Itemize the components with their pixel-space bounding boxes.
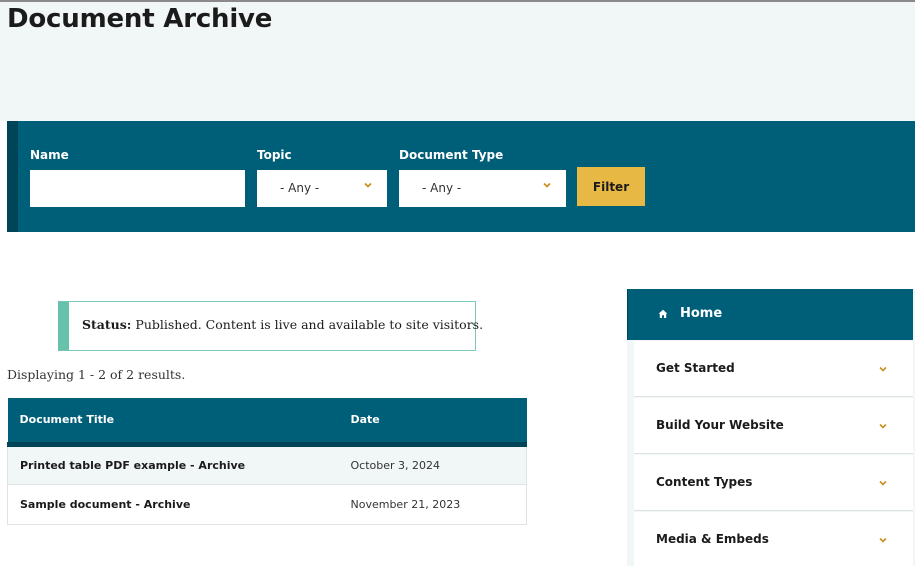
sidebar-item-get-started[interactable]: Get Started xyxy=(634,341,913,397)
sidebar-item-label: Media & Embeds xyxy=(656,532,769,546)
status-text: Status: Published. Content is live and a… xyxy=(82,317,483,332)
sidebar-item-content-types[interactable]: Content Types xyxy=(634,455,913,511)
sidebar-item-media-embeds[interactable]: Media & Embeds xyxy=(634,512,913,566)
document-date-cell: November 21, 2023 xyxy=(338,484,527,525)
filter-button[interactable]: Filter xyxy=(577,167,645,206)
table-row: Printed table PDF example - Archive Octo… xyxy=(7,444,527,485)
name-input[interactable] xyxy=(30,170,245,207)
chevron-down-icon xyxy=(543,182,551,188)
results-summary: Displaying 1 - 2 of 2 results. xyxy=(7,367,186,382)
chevron-down-icon[interactable] xyxy=(878,364,888,374)
document-type-label: Document Type xyxy=(399,148,504,162)
document-type-select[interactable]: - Any - xyxy=(399,170,566,207)
topic-select-value: - Any - xyxy=(280,181,320,195)
page-header: Document Archive xyxy=(0,0,915,121)
topic-select[interactable]: - Any - xyxy=(257,170,387,207)
document-title-cell[interactable]: Sample document - Archive xyxy=(7,484,339,525)
sidebar-item-label: Content Types xyxy=(656,475,753,489)
column-header-title[interactable]: Document Title xyxy=(7,398,339,447)
document-date-cell: October 3, 2024 xyxy=(338,444,527,485)
status-message-text: Published. Content is live and available… xyxy=(135,317,484,332)
page-title: Document Archive xyxy=(7,4,273,34)
column-header-date[interactable]: Date xyxy=(338,398,527,447)
status-message: Status: Published. Content is live and a… xyxy=(58,301,483,351)
document-type-select-value: - Any - xyxy=(422,181,462,195)
status-label: Status: xyxy=(82,317,132,332)
chevron-down-icon[interactable] xyxy=(878,535,888,545)
chevron-down-icon[interactable] xyxy=(878,478,888,488)
documents-table: Document Title Date Printed table PDF ex… xyxy=(7,398,527,525)
table-row: Sample document - Archive November 21, 2… xyxy=(7,484,527,525)
filter-bar: Name Topic - Any - Document Type - Any -… xyxy=(7,121,915,232)
sidebar-item-build-your-website[interactable]: Build Your Website xyxy=(634,398,913,454)
sidebar-item-label: Get Started xyxy=(656,361,735,375)
home-icon xyxy=(658,309,668,318)
sidebar-navigation: Home Get Started Build Your Website Cont… xyxy=(627,289,915,566)
sidebar-item-label: Build Your Website xyxy=(656,418,784,432)
topic-label: Topic xyxy=(257,148,292,162)
sidebar-item-label: Home xyxy=(680,306,723,321)
name-label: Name xyxy=(30,148,69,162)
document-title-cell[interactable]: Printed table PDF example - Archive xyxy=(7,444,339,485)
chevron-down-icon[interactable] xyxy=(878,421,888,431)
sidebar-item-home[interactable]: Home xyxy=(627,289,913,340)
table-header-row: Document Title Date xyxy=(7,398,527,447)
chevron-down-icon xyxy=(364,182,372,188)
